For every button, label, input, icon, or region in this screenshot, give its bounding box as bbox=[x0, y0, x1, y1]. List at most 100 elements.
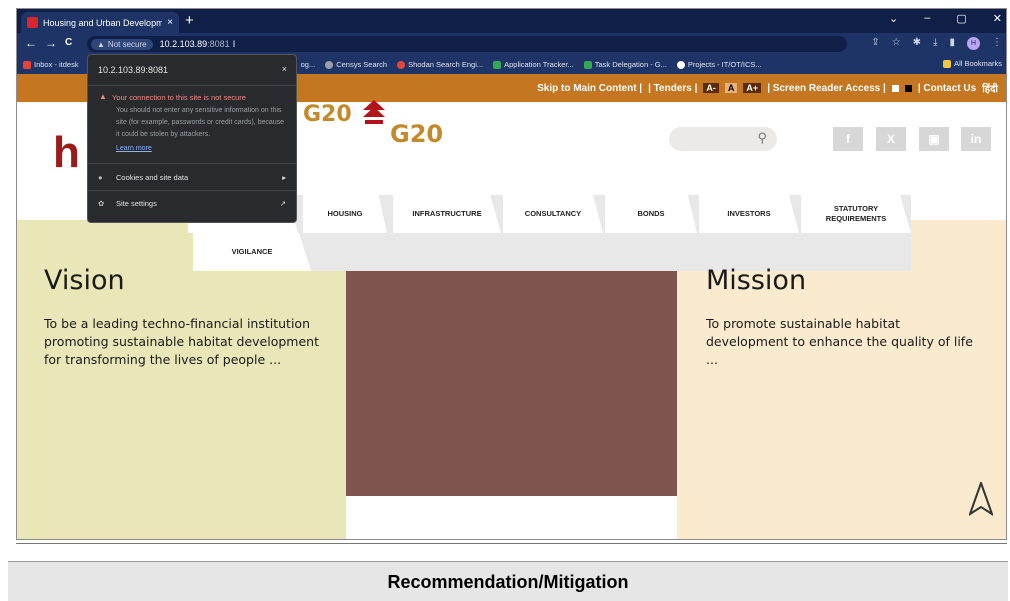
font-normal-button[interactable]: A bbox=[724, 83, 738, 93]
nav-item-vigilance[interactable]: VIGILANCE bbox=[193, 233, 311, 271]
folder-icon bbox=[943, 59, 952, 68]
dark-theme-icon[interactable] bbox=[904, 84, 912, 92]
nav-item-investors[interactable]: INVESTORS bbox=[699, 195, 799, 233]
vision-title: Vision bbox=[44, 265, 125, 296]
bookmark-label: Shodan Search Engi... bbox=[408, 60, 484, 69]
extensions-icon[interactable]: ✱ bbox=[913, 37, 921, 50]
forward-button[interactable]: → bbox=[45, 36, 57, 50]
menu-kebab-icon[interactable]: ⋮ bbox=[992, 37, 1002, 50]
not-secure-chip[interactable]: ▲ Not secure bbox=[91, 38, 153, 50]
tab-bar: Housing and Urban Developme × + ⌄ – ▢ ✕ bbox=[17, 9, 1006, 33]
browser-window: Housing and Urban Developme × + ⌄ – ▢ ✕ … bbox=[16, 8, 1007, 540]
mission-title: Mission bbox=[706, 265, 807, 296]
linkedin-icon[interactable]: in bbox=[961, 127, 991, 151]
bookmark-item[interactable]: Projects - IT/OT/ICS... bbox=[676, 60, 762, 69]
hudco-emblem-icon bbox=[363, 100, 385, 124]
popup-divider bbox=[88, 163, 296, 164]
hindi-language-link[interactable]: हिंदी bbox=[982, 81, 998, 95]
bookmark-item[interactable]: Censys Search bbox=[325, 60, 387, 69]
tenders-link[interactable]: | Tenders | bbox=[648, 83, 697, 94]
bookmark-item[interactable]: Inbox - itdesk bbox=[23, 60, 79, 69]
site-favicon-icon bbox=[27, 17, 38, 28]
tab-close-icon[interactable]: × bbox=[167, 17, 173, 28]
font-decrease-button[interactable]: A- bbox=[703, 83, 719, 93]
url-text: 10.2.103.89:8081 bbox=[160, 39, 230, 49]
back-button[interactable]: ← bbox=[25, 36, 37, 50]
g20-logo: G20 bbox=[303, 102, 352, 127]
tab-search-icon[interactable]: ⌄ bbox=[889, 12, 898, 25]
bookmark-label: og... bbox=[300, 60, 316, 69]
recommendation-heading: Recommendation/Mitigation bbox=[8, 561, 1008, 601]
hudco-logo[interactable]: h bbox=[53, 128, 80, 178]
cookie-icon: ● bbox=[98, 173, 103, 182]
url-port: :8081 bbox=[207, 39, 230, 49]
light-theme-icon[interactable] bbox=[891, 84, 899, 92]
address-bar[interactable]: ▲ Not secure 10.2.103.89:8081 I bbox=[87, 36, 847, 52]
connection-warning-title: Your connection to this site is not secu… bbox=[112, 93, 246, 102]
nav-item-housing[interactable]: HOUSING bbox=[303, 195, 387, 233]
window-controls: ⌄ – ▢ ✕ bbox=[889, 12, 1002, 25]
search-icon[interactable]: ⚲ bbox=[757, 130, 767, 146]
shodan-icon bbox=[397, 60, 406, 69]
site-settings-row[interactable]: ✿ Site settings ↗ bbox=[98, 199, 286, 208]
font-increase-button[interactable]: A+ bbox=[743, 83, 762, 93]
browser-toolbar: ← → C ▲ Not secure 10.2.103.89:8081 I ⇪ … bbox=[17, 33, 1006, 55]
skip-to-main-link[interactable]: Skip to Main Content | bbox=[537, 83, 642, 94]
connection-warning-body: You should not enter any sensitive infor… bbox=[116, 107, 285, 138]
minimize-button[interactable]: – bbox=[924, 12, 930, 25]
warning-icon: ▲ bbox=[99, 92, 107, 101]
cookies-row[interactable]: ● Cookies and site data ▸ bbox=[98, 173, 286, 182]
bookmark-label: Censys Search bbox=[336, 60, 388, 69]
toolbar-icons: ⇪ ☆ ✱ ⤓ ▮ H ⋮ bbox=[871, 37, 1002, 50]
bookmark-item[interactable]: Task Delegation - G... bbox=[583, 60, 667, 69]
side-panel-icon[interactable]: ▮ bbox=[949, 37, 955, 50]
tab-title: Housing and Urban Developme bbox=[43, 17, 163, 28]
youtube-icon[interactable]: ▣ bbox=[919, 127, 949, 151]
maximize-button[interactable]: ▢ bbox=[956, 12, 966, 25]
new-tab-button[interactable]: + bbox=[185, 12, 194, 29]
bookmark-label: Application Tracker... bbox=[504, 60, 574, 69]
facebook-icon[interactable]: f bbox=[833, 127, 863, 151]
reload-button[interactable]: C bbox=[65, 37, 72, 48]
popup-divider bbox=[88, 85, 296, 86]
main-navigation: HOUSING INFRASTRUCTURE CONSULTANCY BONDS… bbox=[188, 195, 911, 271]
contact-us-link[interactable]: | Contact Us bbox=[918, 83, 976, 94]
popup-host: 10.2.103.89:8081 bbox=[98, 65, 169, 75]
download-icon[interactable]: ⤓ bbox=[933, 37, 937, 50]
bookmark-label: Projects - IT/OT/ICS... bbox=[687, 60, 762, 69]
censys-icon bbox=[325, 60, 334, 69]
gmail-icon bbox=[23, 60, 31, 69]
site-settings-label: Site settings bbox=[116, 199, 157, 208]
learn-more-link[interactable]: Learn more bbox=[116, 145, 152, 152]
browser-tab[interactable]: Housing and Urban Developme × bbox=[21, 12, 179, 33]
external-link-icon: ↗ bbox=[279, 199, 286, 208]
site-search-input[interactable]: ⚲ bbox=[669, 127, 777, 151]
close-window-button[interactable]: ✕ bbox=[993, 12, 1002, 25]
bookmark-item[interactable]: og... bbox=[301, 60, 316, 69]
g20-logo-secondary: G20 bbox=[390, 120, 444, 148]
url-host: 10.2.103.89 bbox=[159, 39, 208, 49]
nav-item-consultancy[interactable]: CONSULTANCY bbox=[503, 195, 603, 233]
screen-reader-link[interactable]: | Screen Reader Access | bbox=[767, 83, 886, 94]
scroll-to-top-icon[interactable] bbox=[969, 482, 993, 516]
mission-text: To promote sustainable habitat developme… bbox=[706, 316, 973, 367]
not-secure-label: Not secure bbox=[107, 39, 147, 49]
bookmark-star-icon[interactable]: ☆ bbox=[892, 37, 901, 50]
site-info-popup: 10.2.103.89:8081 × ▲ Your connection to … bbox=[87, 54, 297, 223]
cookies-label: Cookies and site data bbox=[116, 173, 189, 182]
bookmark-label: Task Delegation - G... bbox=[594, 60, 667, 69]
profile-avatar[interactable]: H bbox=[967, 37, 980, 50]
warning-triangle-icon: ▲ bbox=[97, 39, 105, 49]
x-twitter-icon[interactable]: X bbox=[876, 127, 906, 151]
document-page: Housing and Urban Developme × + ⌄ – ▢ ✕ … bbox=[0, 0, 1010, 601]
nav-item-bonds[interactable]: BONDS bbox=[605, 195, 697, 233]
bookmark-item[interactable]: Application Tracker... bbox=[493, 60, 574, 69]
nav-item-infrastructure[interactable]: INFRASTRUCTURE bbox=[393, 195, 501, 233]
bookmark-item[interactable]: Shodan Search Engi... bbox=[397, 60, 483, 69]
gear-icon: ✿ bbox=[98, 199, 105, 208]
all-bookmarks-button[interactable]: All Bookmarks bbox=[943, 59, 1002, 68]
nav-item-statutory[interactable]: STATUTORY REQUIREMENTS bbox=[801, 195, 911, 233]
popup-close-icon[interactable]: × bbox=[282, 64, 287, 74]
sheets-icon bbox=[493, 60, 502, 69]
share-icon[interactable]: ⇪ bbox=[871, 37, 879, 50]
